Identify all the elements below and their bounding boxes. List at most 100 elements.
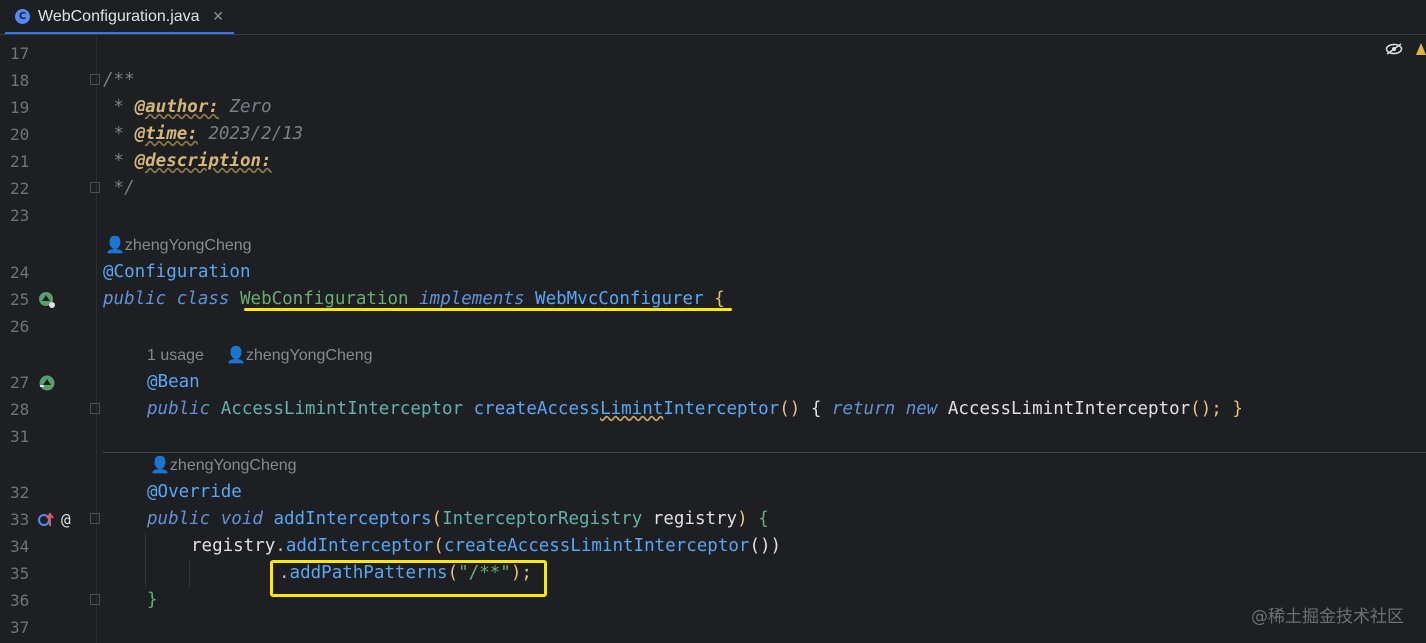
fold-icon[interactable] — [90, 513, 100, 524]
author-hint[interactable]: 👤zhengYongCheng — [226, 342, 373, 369]
line-number: 27 — [10, 373, 30, 392]
code-line: 18 /** — [0, 67, 1426, 94]
author-hint[interactable]: 👤zhengYongCheng — [105, 232, 252, 259]
code-line: 28 public AccessLimintInterceptor create… — [0, 396, 1426, 423]
watermark: @稀土掘金技术社区 — [1251, 607, 1404, 627]
annotation: @Configuration — [103, 262, 251, 282]
line-number: 20 — [10, 125, 30, 144]
author-name: zhengYongCheng — [169, 457, 297, 474]
usage-hint[interactable]: 1 usage — [147, 342, 204, 369]
method-declaration: public AccessLimintInterceptor createAcc… — [147, 396, 1243, 423]
doc-prefix: * — [103, 151, 135, 171]
parens: ()) — [749, 536, 782, 556]
doc-comment: /** — [103, 70, 135, 90]
code-line: 33 @ public void addInterceptors(Interce… — [0, 506, 1426, 533]
method-name: Interceptor — [663, 399, 780, 419]
keyword: void — [220, 509, 263, 529]
code-line: 26 — [0, 313, 1426, 340]
tab-label: WebConfiguration.java — [38, 7, 200, 25]
code-editor[interactable]: 17 18 /** 19 * @author: Zero 20 * @time:… — [0, 35, 1426, 643]
brace: { — [758, 509, 769, 529]
class-name: WebConfiguration — [240, 289, 409, 309]
bean-method-icon[interactable] — [38, 369, 56, 396]
keyword: public — [103, 289, 167, 309]
tab-webconfiguration[interactable]: C WebConfiguration.java ✕ — [5, 1, 234, 34]
cropped-line — [120, 35, 920, 38]
method-call: addInterceptor — [285, 536, 434, 556]
implements-bean-icon[interactable] — [38, 286, 56, 313]
code-line: 24 @Configuration — [0, 259, 1426, 286]
method-call: createAccessLimintInterceptor — [443, 536, 750, 556]
line-number: 33 — [10, 510, 30, 529]
fold-icon[interactable] — [90, 594, 100, 605]
editor-tab-bar: C WebConfiguration.java ✕ — [0, 0, 1426, 35]
brace: { — [714, 289, 725, 309]
parens: () — [779, 399, 801, 419]
doc-comment: * @author: Zero — [103, 94, 272, 121]
override-method-icon[interactable] — [38, 506, 54, 533]
interface-name: WebMvcConfigurer — [535, 289, 704, 309]
method-name: createAccess — [473, 399, 601, 419]
annotation: @Override — [147, 482, 242, 502]
user-icon: 👤 — [105, 237, 125, 254]
line-number: 28 — [10, 400, 30, 419]
keyword: implements — [419, 289, 525, 309]
close-icon[interactable]: ✕ — [212, 8, 224, 25]
doc-value: Zero — [218, 97, 272, 117]
line-number: 35 — [10, 564, 30, 583]
line-number: 22 — [10, 179, 30, 198]
author-name: zhengYongCheng — [245, 347, 373, 364]
inlay-hint-row: 👤zhengYongCheng — [0, 452, 1426, 479]
doc-value: 2023/2/13 — [197, 124, 304, 144]
line-number: 31 — [10, 427, 30, 446]
code-line: 32 @Override — [0, 479, 1426, 506]
author-name: zhengYongCheng — [124, 237, 252, 254]
code-line: 35 .addPathPatterns("/**"); — [0, 560, 1426, 587]
paren: ( — [431, 509, 443, 529]
line-number: 18 — [10, 71, 30, 90]
line-number: 36 — [10, 591, 30, 610]
doc-tag: @time: — [134, 124, 198, 144]
code-line: 19 * @author: Zero — [0, 94, 1426, 121]
dot: . — [275, 536, 286, 556]
keyword: public — [147, 399, 211, 419]
line-number: 17 — [10, 44, 30, 63]
fold-icon[interactable] — [90, 403, 100, 414]
fold-icon[interactable] — [90, 182, 100, 193]
fold-icon[interactable] — [90, 74, 100, 85]
method-declaration: public void addInterceptors(InterceptorR… — [147, 506, 769, 533]
paren: ) — [737, 509, 748, 529]
param-type: InterceptorRegistry — [442, 509, 643, 529]
code-line: 36 } — [0, 587, 1426, 614]
inlay-hint-row: 1 usage 👤zhengYongCheng — [0, 342, 1426, 369]
code-line: 20 * @time: 2023/2/13 — [0, 121, 1426, 148]
line-number: 37 — [10, 618, 30, 637]
doc-tag: @author: — [134, 97, 219, 117]
indent-guide — [145, 533, 146, 587]
line-number: 23 — [10, 206, 30, 225]
user-icon: 👤 — [150, 457, 170, 474]
code-line: 27 @Bean — [0, 369, 1426, 396]
class-c-icon: C — [15, 9, 30, 24]
param-name: registry — [652, 509, 738, 529]
statement: registry.addInterceptor(createAccessLimi… — [191, 533, 781, 560]
doc-comment: */ — [103, 178, 135, 198]
doc-prefix: * — [103, 124, 135, 144]
line-number: 26 — [10, 317, 30, 336]
doc-prefix: * — [103, 97, 135, 117]
method-name-typo: Limint — [600, 399, 664, 419]
return-type: AccessLimintInterceptor — [220, 399, 464, 419]
author-hint[interactable]: 👤zhengYongCheng — [150, 452, 297, 479]
highlight-underline — [244, 308, 732, 311]
brace: { — [810, 399, 822, 419]
constructor: AccessLimintInterceptor — [947, 399, 1191, 419]
at-icon[interactable]: @ — [61, 506, 71, 533]
line-number: 32 — [10, 483, 30, 502]
tail: (); } — [1190, 399, 1243, 419]
inlay-hint-row: 👤zhengYongCheng — [0, 232, 1426, 259]
code-line: 31 — [0, 423, 1426, 450]
code-line: 22 */ — [0, 175, 1426, 202]
code-line: 23 — [0, 202, 1426, 229]
brace: } — [147, 590, 158, 610]
keyword: return — [831, 399, 896, 419]
